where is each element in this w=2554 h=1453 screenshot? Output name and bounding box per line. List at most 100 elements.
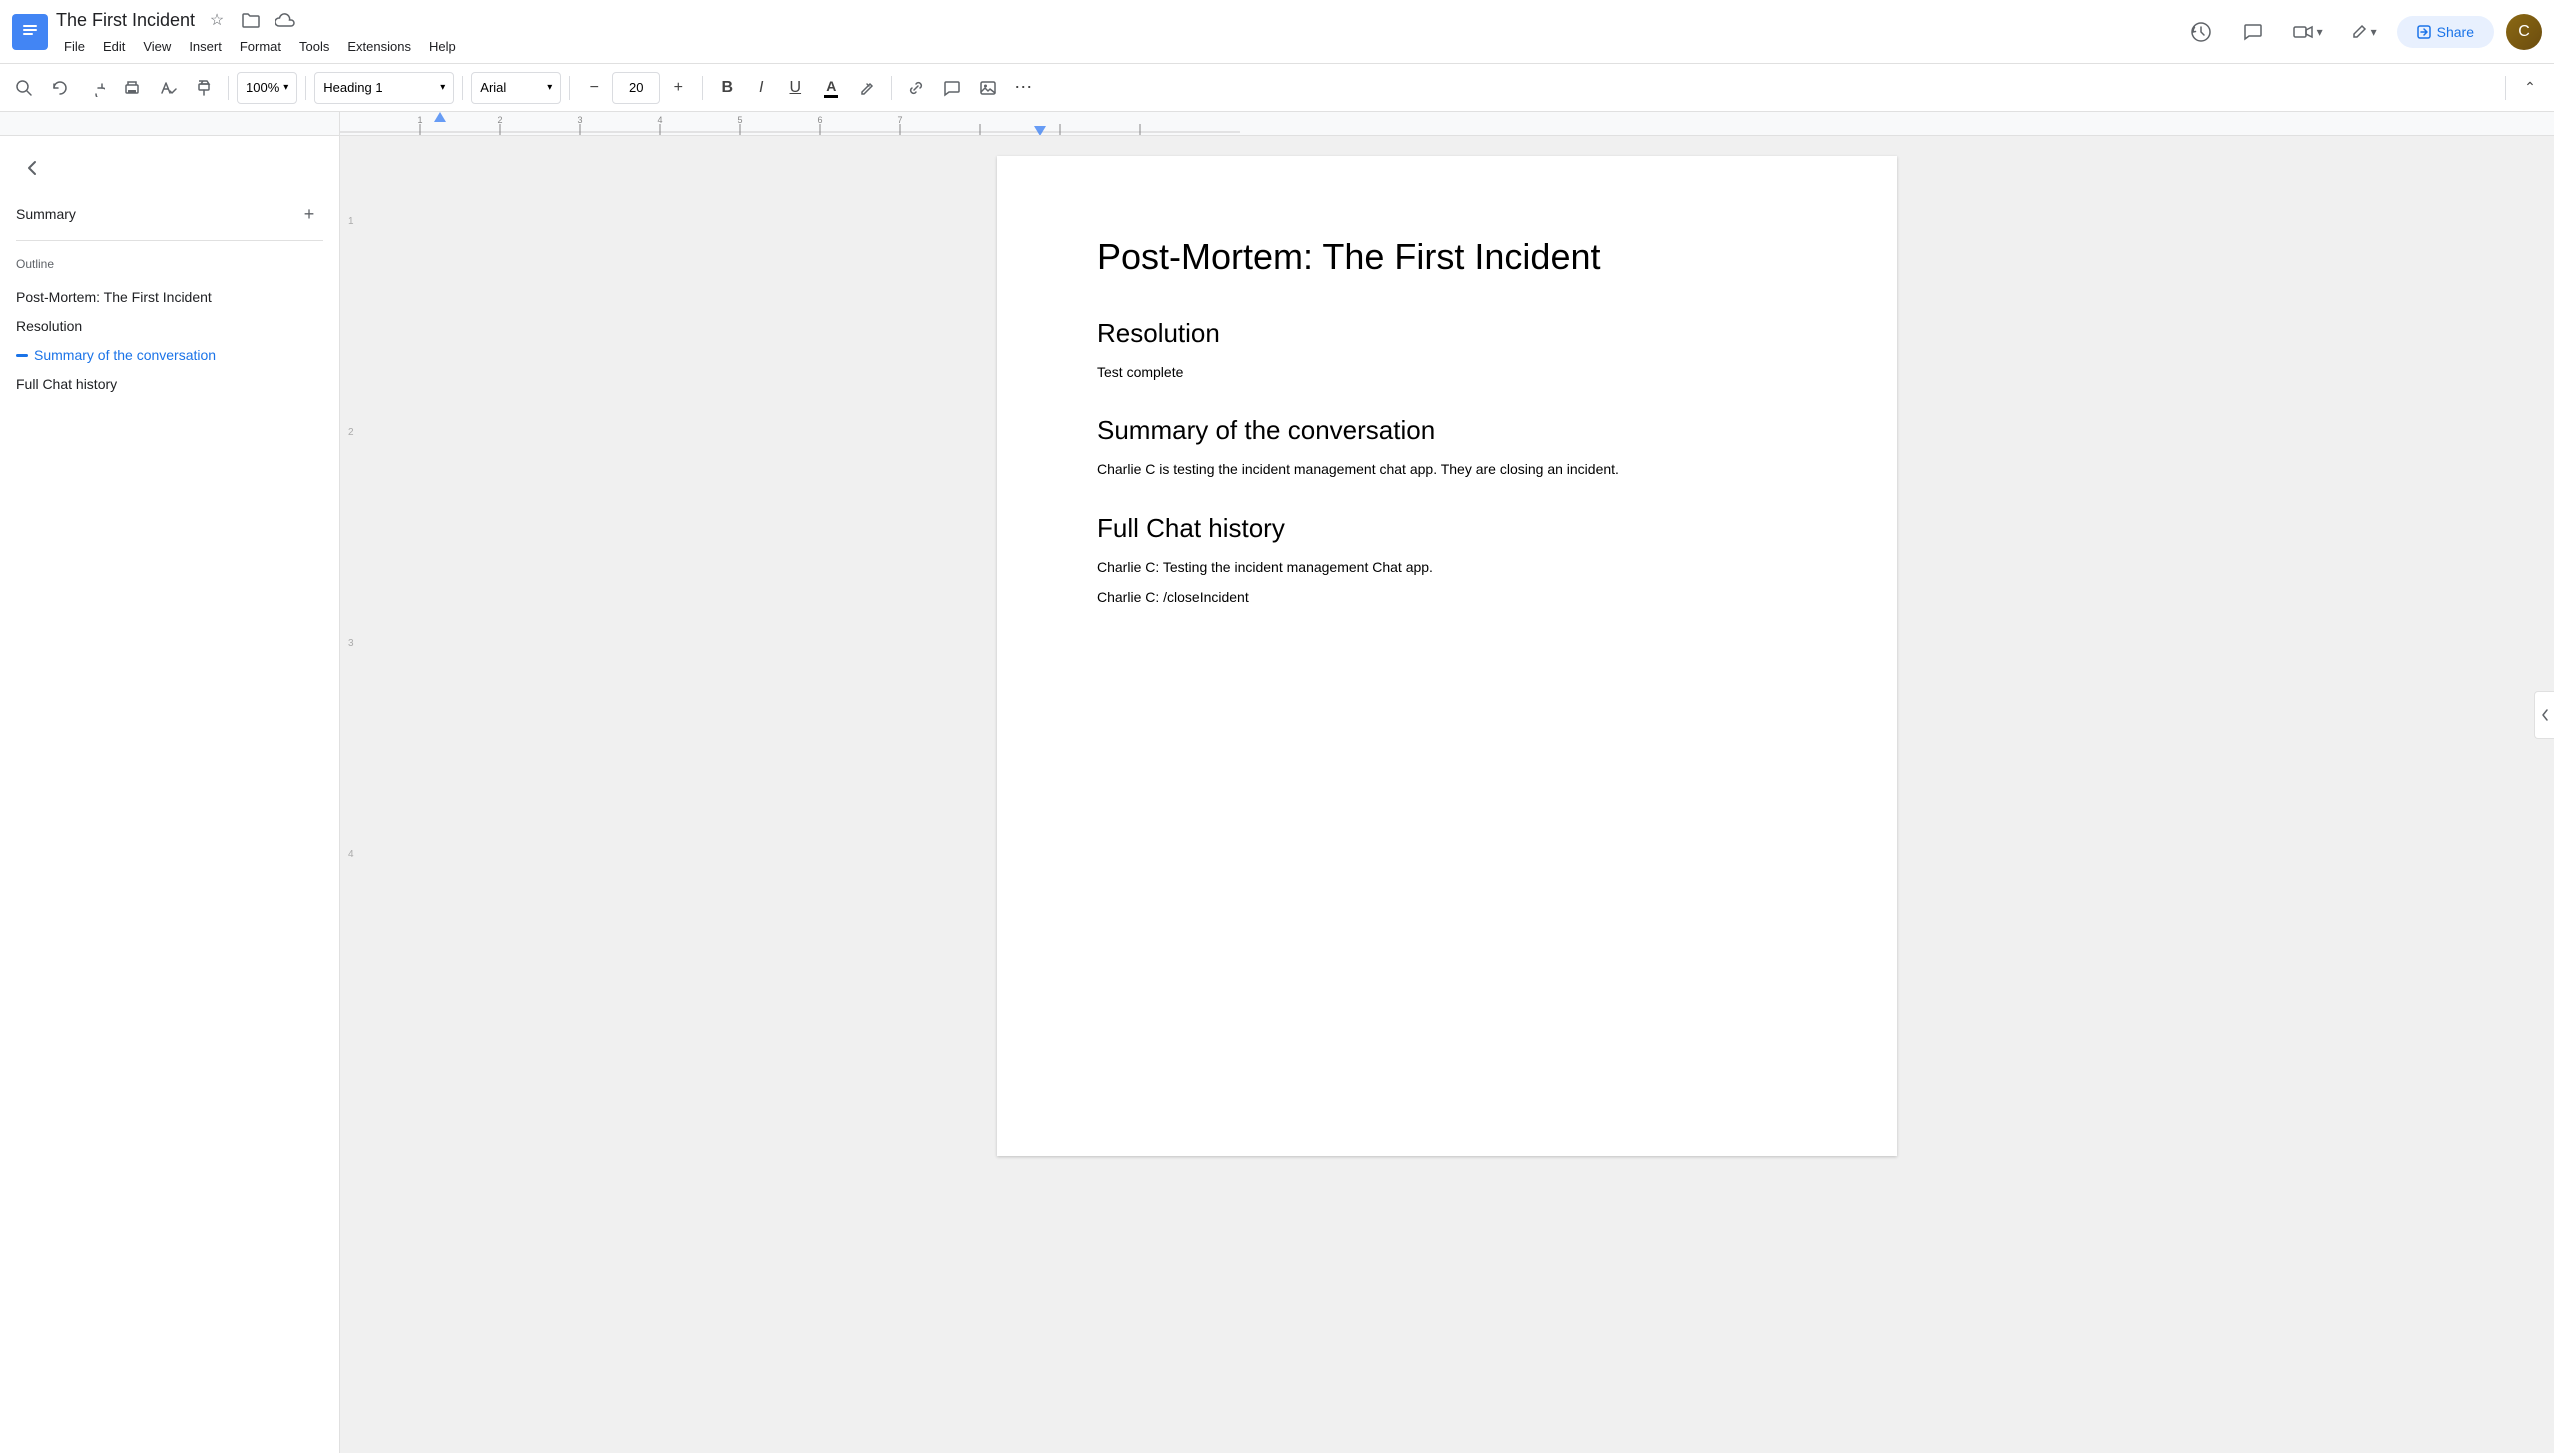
bold-button[interactable]: B <box>711 72 743 104</box>
link-button[interactable] <box>900 72 932 104</box>
avatar-placeholder: C <box>2506 14 2542 50</box>
outline-item-resolution[interactable]: Resolution <box>16 312 323 341</box>
redo-button[interactable] <box>80 72 112 104</box>
image-button[interactable] <box>972 72 1004 104</box>
more-options-button[interactable]: ⋯ <box>1008 72 1040 104</box>
decrease-font-button[interactable]: − <box>578 72 610 104</box>
menu-tools[interactable]: Tools <box>291 36 337 57</box>
font-selector[interactable]: Arial ▾ <box>471 72 561 104</box>
zoom-value: 100% <box>246 80 279 95</box>
doc-title: The First Incident <box>56 10 195 31</box>
ruler-row: 1 2 3 4 5 6 7 <box>0 112 2554 136</box>
document-page[interactable]: Post-Mortem: The First Incident Resoluti… <box>997 156 1897 1156</box>
heading-resolution[interactable]: Resolution <box>1097 318 1797 349</box>
ruler-svg: 1 2 3 4 5 6 7 <box>340 112 2554 135</box>
doc-main-title[interactable]: Post-Mortem: The First Incident <box>1097 236 1797 278</box>
format-buttons: B I U <box>711 72 811 104</box>
search-button[interactable] <box>8 72 40 104</box>
font-label: Arial <box>480 80 506 95</box>
undo-button[interactable] <box>44 72 76 104</box>
heading-summary[interactable]: Summary of the conversation <box>1097 415 1797 446</box>
svg-text:3: 3 <box>577 115 582 125</box>
separator-2 <box>305 76 306 100</box>
para-summary[interactable]: Charlie C is testing the incident manage… <box>1097 458 1797 480</box>
separator-7 <box>2505 76 2506 100</box>
folder-button[interactable] <box>237 6 265 34</box>
cloud-button[interactable] <box>271 6 299 34</box>
separator-3 <box>462 76 463 100</box>
summary-section: Summary + <box>16 200 323 241</box>
para-chat-1[interactable]: Charlie C: Testing the incident manageme… <box>1097 556 1797 578</box>
app-icon <box>12 14 48 50</box>
share-button[interactable]: Share <box>2397 16 2494 48</box>
history-button[interactable] <box>2181 12 2221 52</box>
editing-dropdown-chevron: ▾ <box>2371 25 2377 39</box>
increase-font-button[interactable]: + <box>662 72 694 104</box>
outline-item-main-title[interactable]: Post-Mortem: The First Incident <box>16 283 323 312</box>
separator-1 <box>228 76 229 100</box>
avatar[interactable]: C <box>2506 14 2542 50</box>
svg-text:7: 7 <box>897 115 902 125</box>
font-size-display[interactable]: 20 <box>612 72 660 104</box>
collapse-toolbar-button[interactable]: ⌃ <box>2514 72 2546 104</box>
meet-button[interactable]: ▾ <box>2285 12 2331 52</box>
zoom-selector[interactable]: 100% ▾ <box>237 72 297 104</box>
main-layout: Summary + Outline Post-Mortem: The First… <box>0 136 2554 1453</box>
doc-title-row: The First Incident ☆ <box>56 6 2173 34</box>
summary-label: Summary <box>16 206 76 222</box>
svg-text:4: 4 <box>657 115 662 125</box>
menu-file[interactable]: File <box>56 36 93 57</box>
content-area[interactable]: 1 2 3 4 Post-Mortem: The First Incident … <box>340 136 2554 1453</box>
zoom-chevron: ▾ <box>283 82 288 93</box>
outline-item-chat[interactable]: Full Chat history <box>16 370 323 399</box>
editing-mode-button[interactable]: ▾ <box>2343 12 2385 52</box>
back-button[interactable] <box>16 152 48 184</box>
ruler-content: 1 2 3 4 5 6 7 <box>340 112 2554 135</box>
comment-button[interactable] <box>936 72 968 104</box>
menu-help[interactable]: Help <box>421 36 464 57</box>
add-summary-button[interactable]: + <box>295 200 323 228</box>
italic-button[interactable]: I <box>745 72 777 104</box>
title-section: The First Incident ☆ File Edit View Inse… <box>56 6 2173 57</box>
para-resolution[interactable]: Test complete <box>1097 361 1797 383</box>
style-selector[interactable]: Heading 1 ▾ <box>314 72 454 104</box>
outline-label: Outline <box>16 257 323 271</box>
text-color-label: A <box>826 78 836 94</box>
svg-text:1: 1 <box>417 115 422 125</box>
text-color-button[interactable]: A <box>815 72 847 104</box>
style-chevron: ▾ <box>440 82 445 93</box>
outline-item-summary[interactable]: Summary of the conversation <box>16 341 323 370</box>
menu-insert[interactable]: Insert <box>181 36 230 57</box>
menu-view[interactable]: View <box>135 36 179 57</box>
share-label: Share <box>2437 24 2474 40</box>
meet-dropdown-icon: ▾ <box>2317 25 2323 39</box>
separator-4 <box>569 76 570 100</box>
text-color-bar <box>824 95 838 98</box>
spellcheck-button[interactable] <box>152 72 184 104</box>
svg-text:6: 6 <box>817 115 822 125</box>
side-markers: 1 2 3 4 <box>348 136 364 860</box>
comments-button[interactable] <box>2233 12 2273 52</box>
font-size-area: − 20 + <box>578 72 694 104</box>
separator-6 <box>891 76 892 100</box>
toolbar: 100% ▾ Heading 1 ▾ Arial ▾ − 20 + B I U … <box>0 64 2554 112</box>
menu-edit[interactable]: Edit <box>95 36 133 57</box>
svg-text:2: 2 <box>497 115 502 125</box>
menu-bar: File Edit View Insert Format Tools Exten… <box>56 36 2173 57</box>
highlight-button[interactable] <box>851 72 883 104</box>
outline-section: Outline Post-Mortem: The First Incident … <box>16 257 323 399</box>
top-right: ▾ ▾ Share C <box>2181 12 2542 52</box>
right-collapse-button[interactable] <box>2534 691 2554 739</box>
menu-format[interactable]: Format <box>232 36 289 57</box>
print-button[interactable] <box>116 72 148 104</box>
underline-button[interactable]: U <box>779 72 811 104</box>
paint-format-button[interactable] <box>188 72 220 104</box>
star-button[interactable]: ☆ <box>203 6 231 34</box>
title-icons: ☆ <box>203 6 299 34</box>
active-indicator <box>16 354 28 357</box>
svg-text:5: 5 <box>737 115 742 125</box>
menu-extensions[interactable]: Extensions <box>339 36 419 57</box>
heading-chat[interactable]: Full Chat history <box>1097 513 1797 544</box>
para-chat-2[interactable]: Charlie C: /closeIncident <box>1097 586 1797 608</box>
separator-5 <box>702 76 703 100</box>
